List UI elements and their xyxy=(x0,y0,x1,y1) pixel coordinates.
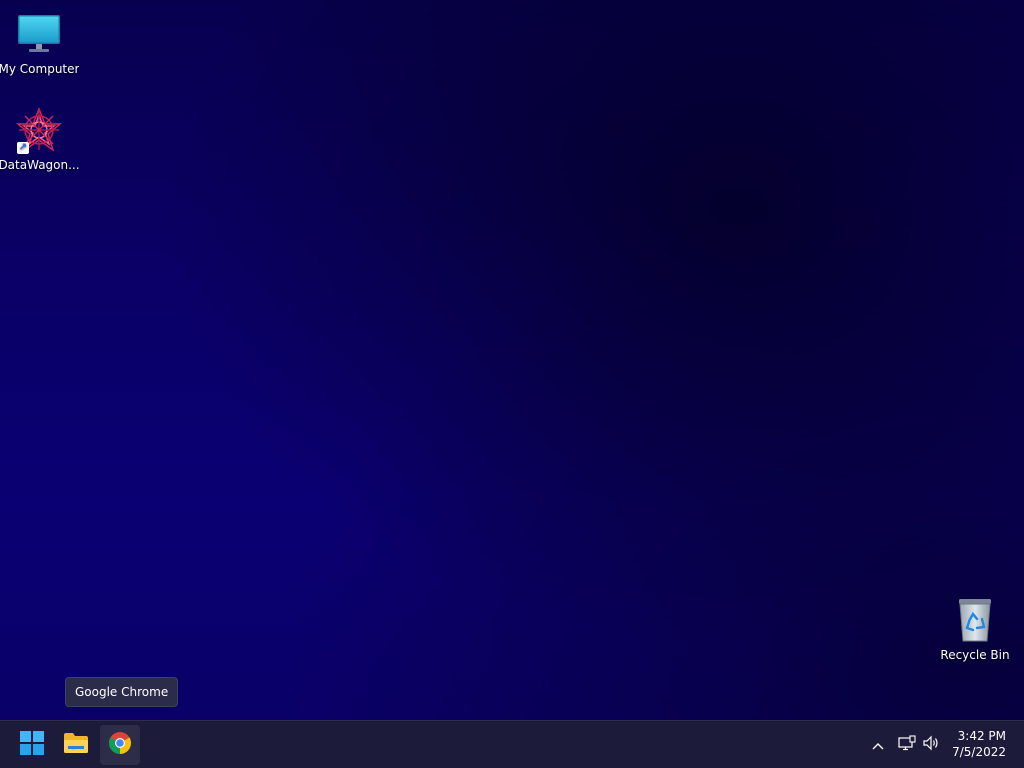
start-button[interactable] xyxy=(12,725,52,765)
taskbar: 3:42 PM 7/5/2022 xyxy=(0,720,1024,768)
recycle-bin-icon xyxy=(951,596,999,644)
clock-date: 7/5/2022 xyxy=(952,745,1006,759)
desktop: My Computer ↗ DataWagon... Recycle Bin xyxy=(0,0,1024,720)
desktop-icon-recycle-bin[interactable]: Recycle Bin xyxy=(933,596,1017,662)
desktop-icon-label: DataWagon... xyxy=(0,158,80,172)
shortcut-arrow-icon: ↗ xyxy=(17,142,29,154)
clock-time: 3:42 PM xyxy=(957,729,1006,743)
volume-button[interactable] xyxy=(919,721,943,768)
folder-icon xyxy=(63,732,89,758)
monitor-icon xyxy=(15,10,63,58)
chevron-up-icon xyxy=(871,736,885,755)
desktop-icon-label: Recycle Bin xyxy=(940,648,1010,662)
network-icon xyxy=(898,735,916,755)
taskbar-clock[interactable]: 3:42 PM 7/5/2022 xyxy=(952,728,1006,760)
network-status-button[interactable] xyxy=(895,721,919,768)
datawagon-app-icon: ↗ xyxy=(15,106,63,154)
taskbar-chrome-button[interactable] xyxy=(100,725,140,765)
taskbar-tooltip: Google Chrome xyxy=(65,677,179,707)
desktop-icon-my-computer[interactable]: My Computer xyxy=(0,10,81,76)
volume-icon xyxy=(922,735,940,755)
show-hidden-icons-button[interactable] xyxy=(866,721,890,768)
mouse-cursor-icon xyxy=(117,762,127,768)
desktop-icon-datawagon[interactable]: ↗ DataWagon... xyxy=(0,106,81,172)
taskbar-file-explorer-button[interactable] xyxy=(56,725,96,765)
windows-start-icon xyxy=(20,731,44,759)
desktop-icon-label: My Computer xyxy=(0,62,80,76)
chrome-icon xyxy=(108,731,132,759)
